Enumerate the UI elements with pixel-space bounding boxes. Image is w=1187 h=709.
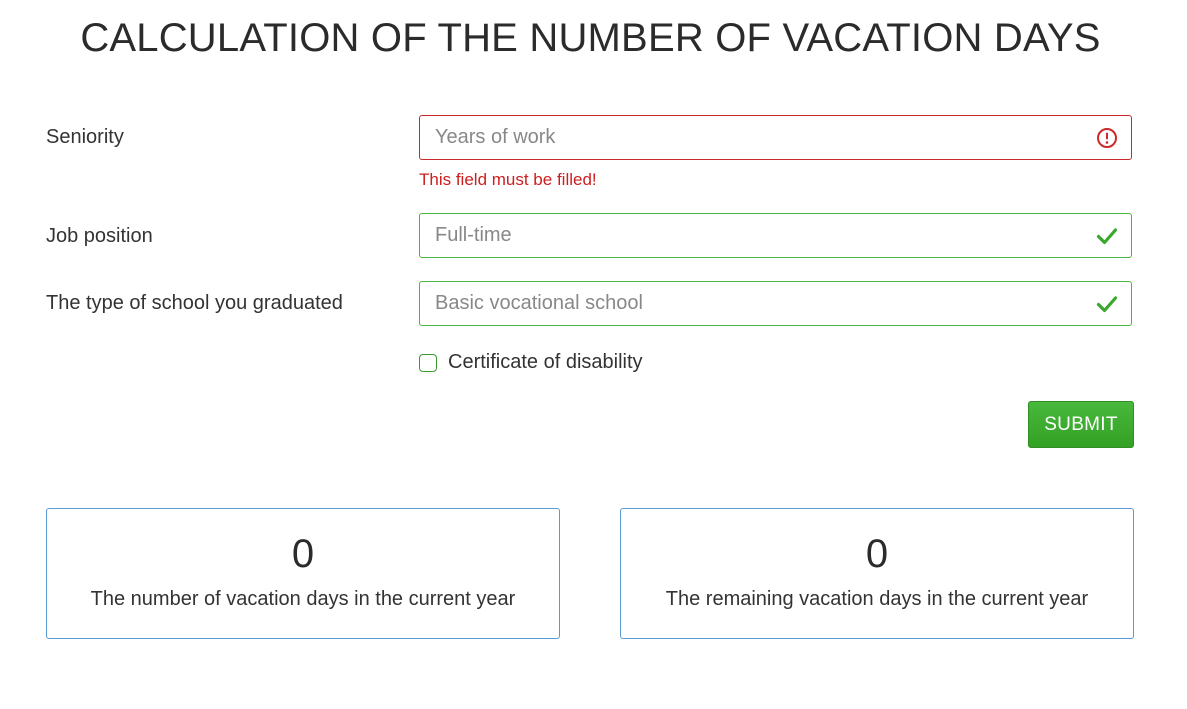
disability-checkbox-label: Certificate of disability [448, 351, 643, 373]
job-position-field [419, 213, 1132, 258]
vacation-calculator-page: CALCULATION OF THE NUMBER OF VACATION DA… [0, 0, 1187, 709]
school-type-input[interactable] [420, 282, 1131, 325]
check-icon [1096, 228, 1118, 245]
seniority-label: Seniority [46, 126, 124, 148]
school-type-label: The type of school you graduated [46, 292, 343, 314]
job-position-label: Job position [46, 225, 153, 247]
total-vacation-days-value: 0 [291, 532, 315, 576]
total-vacation-days-caption: The number of vacation days in the curre… [90, 588, 516, 610]
school-type-field [419, 281, 1132, 326]
disability-checkbox-row[interactable]: Certificate of disability [419, 351, 643, 374]
remaining-vacation-days-value: 0 [865, 532, 889, 576]
check-icon [1096, 296, 1118, 313]
disability-checkbox[interactable] [419, 353, 437, 372]
submit-button[interactable]: SUBMIT [1028, 401, 1134, 448]
remaining-vacation-days-caption: The remaining vacation days in the curre… [665, 588, 1089, 610]
seniority-input[interactable] [420, 116, 1131, 159]
total-vacation-days-card: 0 The number of vacation days in the cur… [46, 508, 560, 639]
seniority-field [419, 115, 1132, 160]
remaining-vacation-days-card: 0 The remaining vacation days in the cur… [620, 508, 1134, 639]
page-title: CALCULATION OF THE NUMBER OF VACATION DA… [80, 16, 1101, 60]
error-circle-icon [1097, 128, 1117, 148]
seniority-error-message: This field must be filled! [419, 170, 597, 189]
job-position-input[interactable] [420, 214, 1131, 257]
